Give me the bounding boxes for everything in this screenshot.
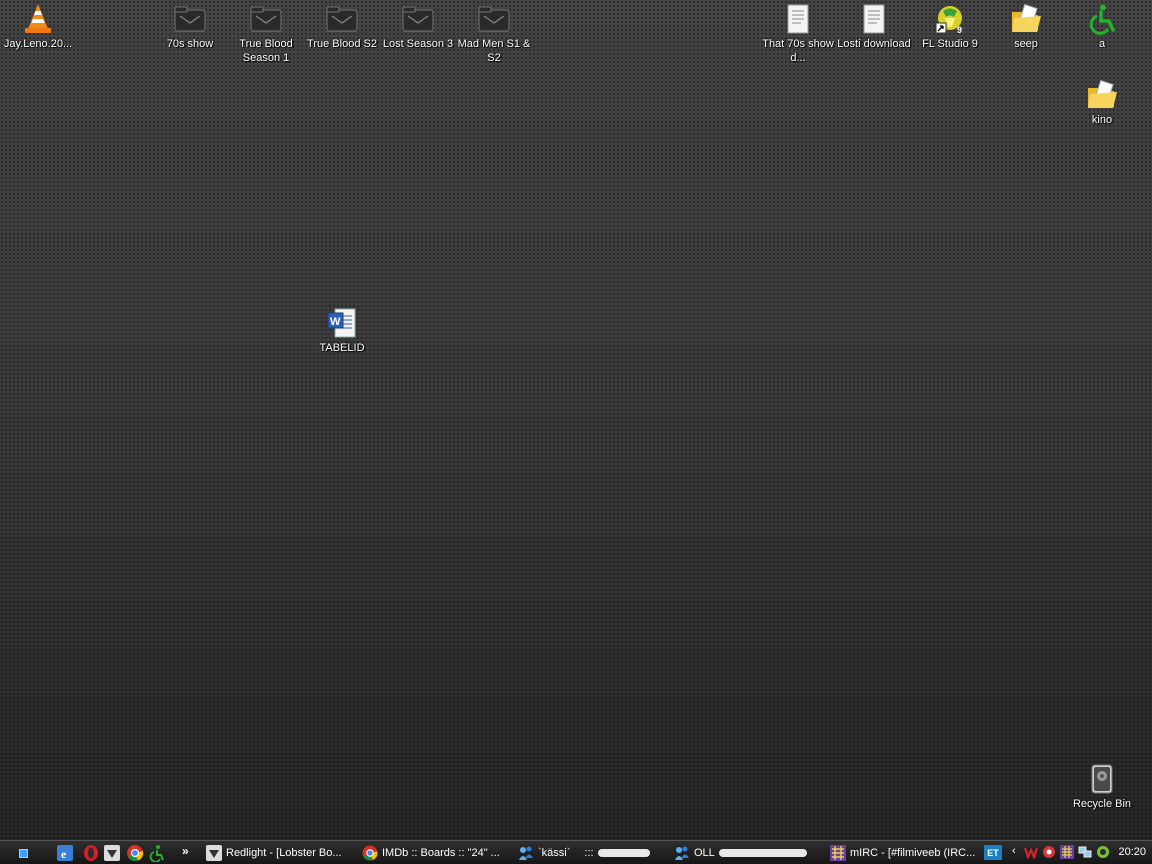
desktop-icon-label: seep bbox=[1014, 38, 1038, 50]
desktop-icon-label: Recycle Bin bbox=[1072, 798, 1132, 810]
taskbar-task-kassi[interactable]: `kässi` ::: bbox=[518, 843, 668, 863]
chrome-icon[interactable] bbox=[126, 844, 144, 862]
mirc-icon[interactable] bbox=[1060, 845, 1074, 859]
taskbar-task-label: IMDb :: Boards :: "24" ... bbox=[382, 847, 500, 859]
svg-text:W: W bbox=[330, 316, 341, 328]
quick-launch-overflow-chevron[interactable]: » bbox=[182, 844, 189, 858]
desktop-icon-kino[interactable]: kino bbox=[1064, 78, 1140, 127]
folder-icon bbox=[401, 2, 435, 36]
desktop-icon-label: kino bbox=[1091, 114, 1113, 126]
desktop-icon-that-70s-show-d[interactable]: That 70s show d... bbox=[760, 2, 836, 65]
start-icon bbox=[18, 848, 28, 858]
desktop-icon-label: True Blood S2 bbox=[307, 38, 377, 50]
svg-text:9: 9 bbox=[957, 25, 962, 35]
redacted-text: ::: bbox=[584, 847, 594, 859]
desktop-icon-lost-season-3[interactable]: Lost Season 3 bbox=[380, 2, 456, 51]
desktop-icon-fl-studio[interactable]: 9 FL Studio 9 bbox=[912, 2, 988, 51]
folder-icon bbox=[249, 2, 283, 36]
recycle-bin-icon bbox=[1085, 762, 1119, 796]
network-icon[interactable] bbox=[1078, 845, 1092, 859]
desktop-icon-label: True Blood Season 1 bbox=[239, 38, 293, 64]
clock[interactable]: 20:20 bbox=[1118, 846, 1146, 858]
redacted-scribble bbox=[597, 849, 650, 857]
fl-studio-icon: 9 bbox=[933, 2, 967, 36]
svg-text:e: e bbox=[61, 847, 67, 861]
taskbar-task-label: Redlight - [Lobster Bo... bbox=[226, 847, 342, 859]
folder-icon bbox=[173, 2, 207, 36]
desktop-icon-label: a bbox=[1098, 38, 1106, 50]
desktop-icon-losti-download[interactable]: Losti download bbox=[836, 2, 912, 51]
desktop-icon-jay-leno[interactable]: Jay.Leno.20... bbox=[0, 2, 76, 51]
open-folder-icon bbox=[1085, 78, 1119, 112]
antivirus-icon[interactable] bbox=[1042, 845, 1056, 859]
taskbar-task-label: OLL bbox=[694, 847, 715, 859]
desktop-icon-label: Jay.Leno.20... bbox=[3, 38, 73, 50]
desktop-icon-recycle-bin[interactable]: Recycle Bin bbox=[1064, 762, 1140, 811]
messenger-icon bbox=[519, 846, 533, 860]
chrome-icon bbox=[362, 845, 378, 861]
accessibility-icon[interactable] bbox=[148, 844, 166, 862]
desktop-icon-true-blood-season-1[interactable]: True Blood Season 1 bbox=[228, 2, 304, 65]
taskbar-task-imdb[interactable]: IMDb :: Boards :: "24" ... bbox=[362, 843, 512, 863]
tray-expand-arrow-icon[interactable]: ‹ bbox=[1012, 845, 1016, 857]
utorrent-icon[interactable] bbox=[1096, 845, 1110, 859]
taskbar: e » Redlight - [Lobster Bo... IMDb:: Bo… bbox=[0, 840, 1152, 864]
opera-icon[interactable] bbox=[82, 844, 100, 862]
start-button[interactable] bbox=[14, 846, 32, 860]
taskbar-task-label: mIRC - [#filmiveeb (IRC... bbox=[850, 847, 976, 859]
word-document-icon: W bbox=[325, 306, 359, 340]
desktop-icon-label: TABELID bbox=[319, 342, 365, 354]
desktop-icon-a[interactable]: a bbox=[1064, 2, 1140, 51]
winamp-icon[interactable] bbox=[1024, 845, 1038, 859]
desktop-icon-true-blood-s2[interactable]: True Blood S2 bbox=[304, 2, 380, 51]
messenger-icon bbox=[675, 846, 689, 860]
desktop-icon-label: FL Studio 9 bbox=[922, 38, 978, 50]
skull-icon bbox=[206, 845, 222, 861]
taskbar-task-redlight[interactable]: Redlight - [Lobster Bo... bbox=[206, 843, 356, 863]
internet-explorer-icon[interactable]: e bbox=[56, 844, 74, 862]
skull-icon[interactable] bbox=[103, 844, 121, 862]
taskbar-task-label: `kässi` bbox=[538, 847, 571, 859]
text-document-icon bbox=[857, 2, 891, 36]
taskbar-task-mirc[interactable]: mIRC - [#filmiveeb (IRC... bbox=[830, 843, 978, 863]
desktop-icon-label: Mad Men S1 & S2 bbox=[457, 38, 531, 64]
desktop-icon-label: That 70s show d... bbox=[762, 38, 834, 64]
system-tray: ET ‹ 20:20 bbox=[982, 841, 1152, 864]
desktop-icon-tabelid[interactable]: W TABELID bbox=[304, 306, 380, 355]
desktop-icon-label: Losti download bbox=[837, 38, 911, 50]
desktop-icon-label: Lost Season 3 bbox=[382, 38, 454, 50]
folder-icon bbox=[477, 2, 511, 36]
desktop-icon-label: 70s show bbox=[166, 38, 214, 50]
desktop-icon-70s-show[interactable]: 70s show bbox=[152, 2, 228, 51]
redacted-scribble bbox=[718, 849, 807, 857]
folder-icon bbox=[325, 2, 359, 36]
desktop-icon-mad-men[interactable]: Mad Men S1 & S2 bbox=[456, 2, 532, 65]
accessibility-icon bbox=[1085, 2, 1119, 36]
taskbar-task-oll[interactable]: OLL bbox=[674, 843, 822, 863]
vlc-cone-icon bbox=[21, 2, 55, 36]
open-folder-icon bbox=[1009, 2, 1043, 36]
text-document-icon bbox=[781, 2, 815, 36]
desktop-icon-seep[interactable]: seep bbox=[988, 2, 1064, 51]
mirc-icon bbox=[830, 845, 846, 861]
language-indicator[interactable]: ET bbox=[984, 845, 1002, 860]
